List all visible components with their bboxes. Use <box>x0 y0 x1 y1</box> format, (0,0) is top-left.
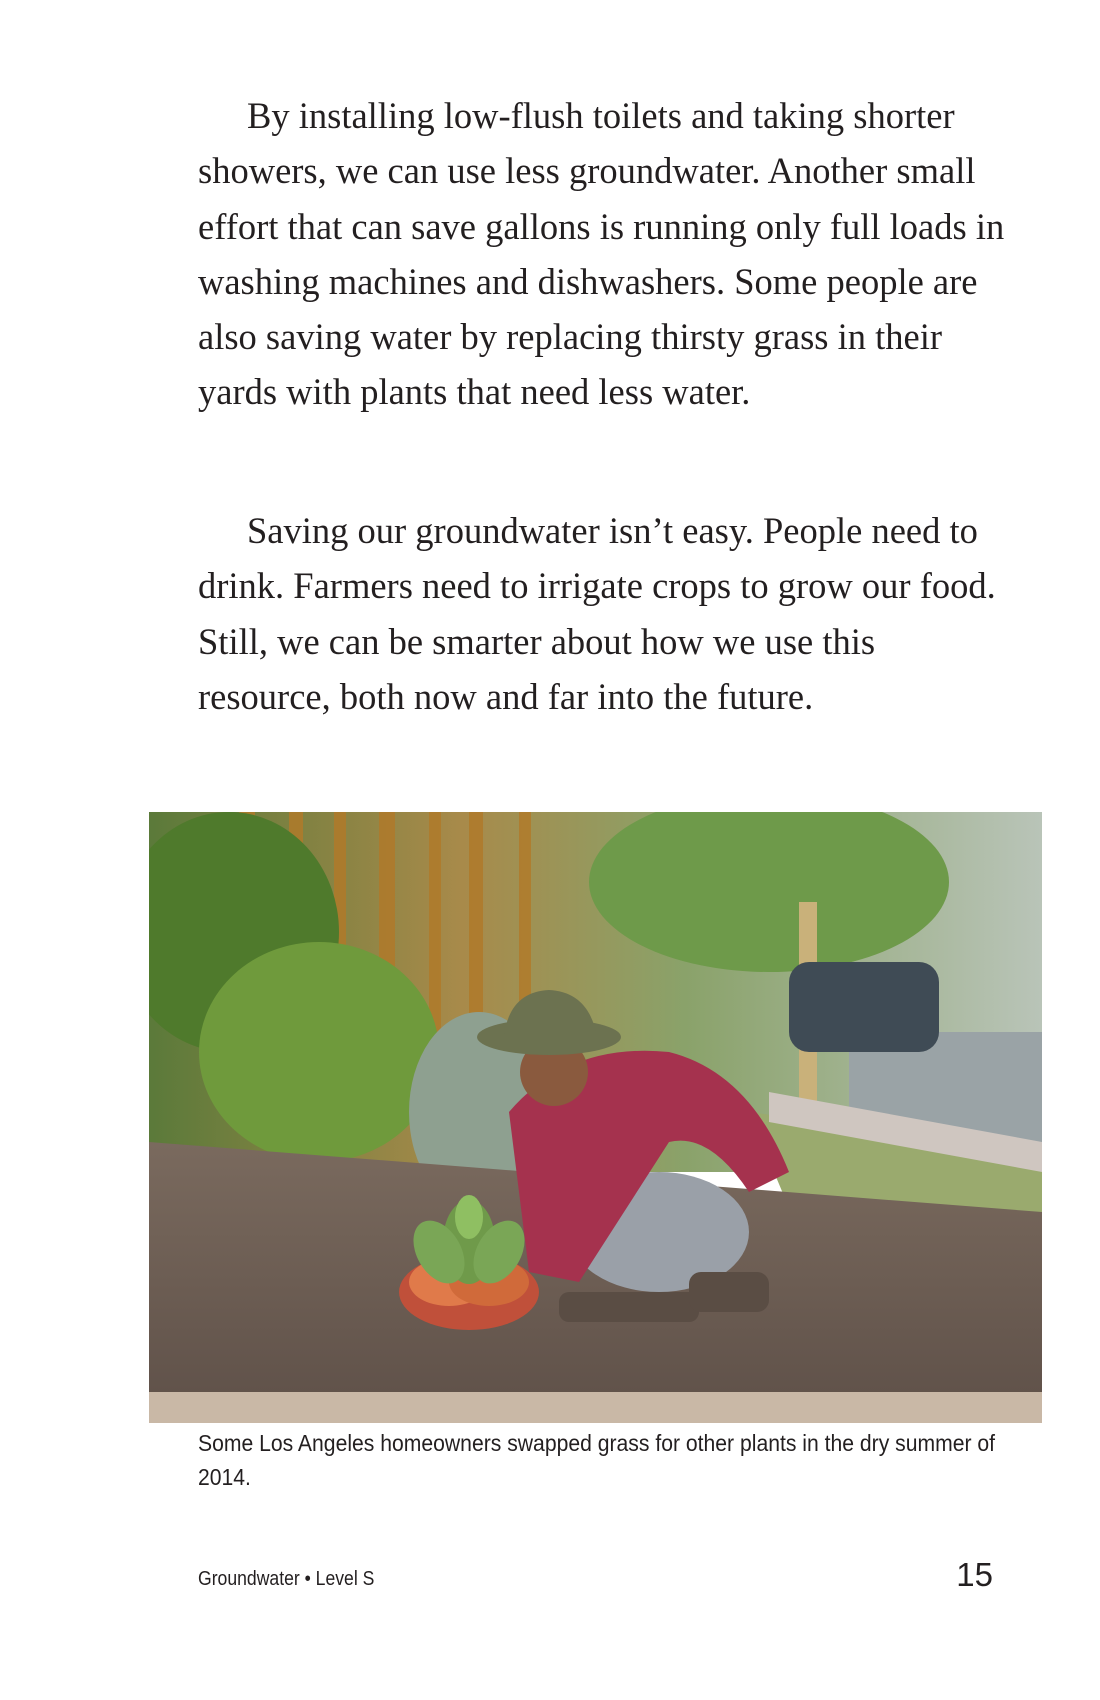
body-paragraph-2: Saving our groundwater isn’t easy. Peopl… <box>198 503 1008 724</box>
paragraph-text: Saving our groundwater isn’t easy. Peopl… <box>198 510 996 717</box>
body-paragraph-1: By installing low-flush toilets and taki… <box>198 88 1008 420</box>
page-number: 15 <box>956 1556 993 1593</box>
book-page: By installing low-flush toilets and taki… <box>0 0 1100 1700</box>
book-title-level: Groundwater • Level S <box>198 1568 375 1590</box>
photo-caption: Some Los Angeles homeowners swapped gras… <box>198 1430 996 1490</box>
gardener-photo <box>149 812 1042 1423</box>
paragraph-text: By installing low-flush toilets and taki… <box>198 95 1005 413</box>
